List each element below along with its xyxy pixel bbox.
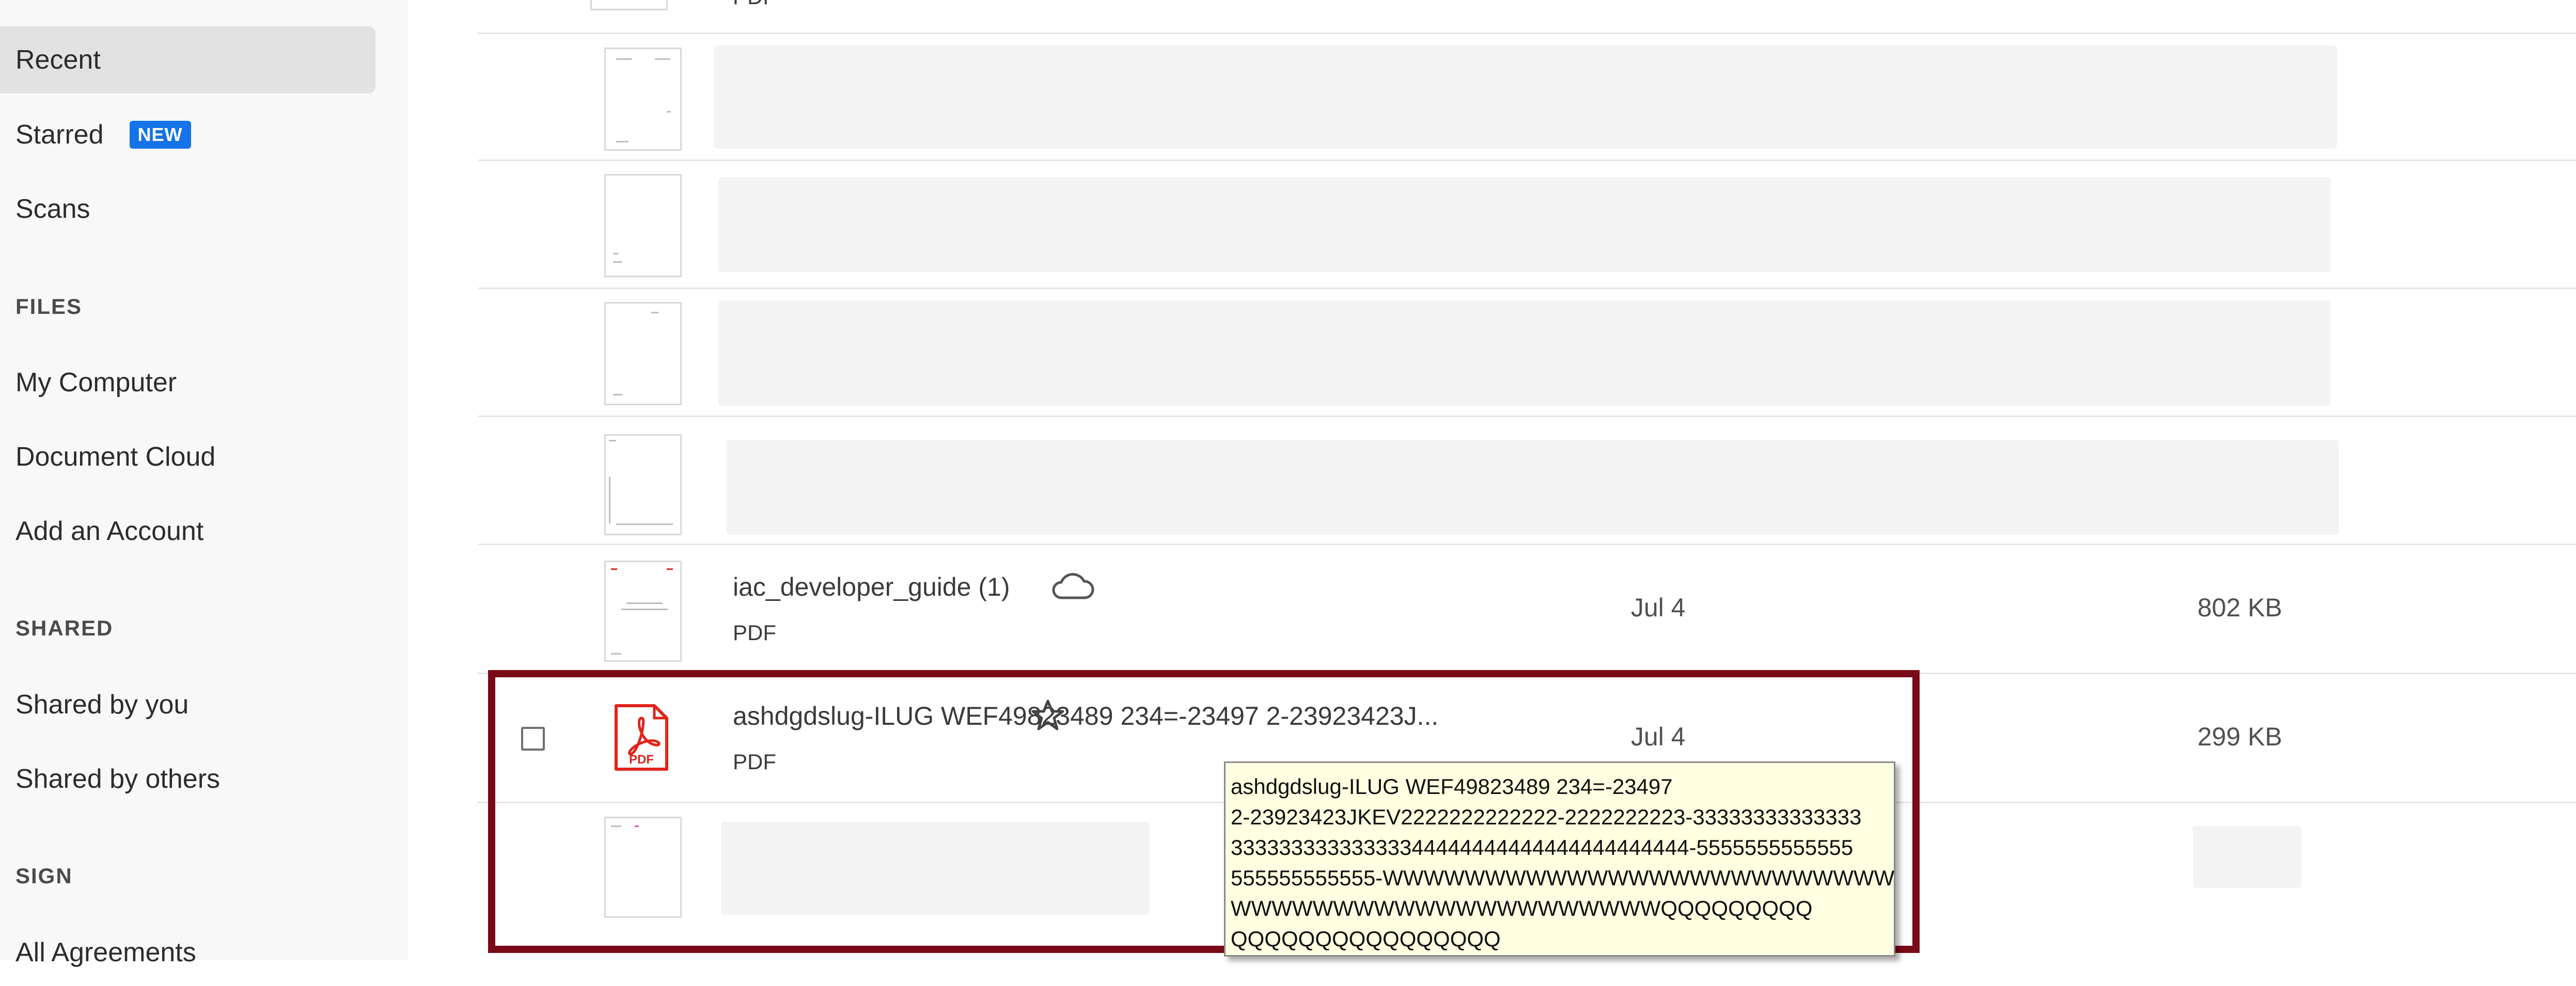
file-row-loading[interactable]	[478, 34, 2576, 161]
loading-placeholder	[714, 45, 2337, 149]
file-thumbnail	[590, 0, 668, 10]
section-header-files: FILES	[15, 294, 83, 319]
tooltip-line: 33333333333333344444444444444444444444-5…	[1231, 835, 1854, 860]
sidebar: Recent Starred NEW Scans FILES My Comput…	[0, 0, 408, 967]
nav-item-label: All Agreements	[15, 937, 196, 967]
file-thumbnail	[604, 174, 682, 277]
file-thumbnail	[604, 47, 682, 151]
new-badge: NEW	[129, 121, 191, 149]
nav-item-label: Add an Account	[15, 516, 204, 546]
filename-tooltip: ashdgdslug-ILUG WEF49823489 234=-23497 2…	[1224, 761, 1895, 957]
nav-item-label: Recent	[15, 45, 101, 75]
nav-item-label: Shared by you	[15, 690, 189, 720]
nav-item-label: My Computer	[15, 368, 177, 397]
file-size: 299 KB	[2197, 722, 2283, 751]
nav-item-my-computer[interactable]: My Computer	[0, 349, 375, 416]
tooltip-line: ashdgdslug-ILUG WEF49823489 234=-23497	[1231, 774, 1673, 799]
tooltip-line: WWWWWWWWWWWWWWWWWWWWWQQQQQQQQQ	[1231, 896, 1813, 920]
cloud-icon	[1052, 573, 1094, 599]
file-row[interactable]: PDF	[478, 0, 2576, 34]
file-type: PDF	[733, 621, 776, 645]
nav-item-label: Scans	[15, 194, 90, 224]
file-row-loading[interactable]	[478, 417, 2576, 545]
nav-item-label: Starred	[15, 120, 104, 150]
file-size: 802 KB	[2197, 593, 2283, 622]
file-thumbnail	[604, 434, 682, 535]
nav-item-all-agreements[interactable]: All Agreements	[0, 919, 375, 986]
file-type: PDF	[733, 0, 776, 9]
tooltip-line: 2-23923423JKEV2222222222222-2222222223-3…	[1231, 805, 1862, 829]
nav-item-scans[interactable]: Scans	[0, 176, 375, 243]
file-row-loading[interactable]	[478, 289, 2576, 417]
nav-item-label: Document Cloud	[15, 442, 216, 472]
nav-item-shared-by-you[interactable]: Shared by you	[0, 671, 375, 738]
nav-item-document-cloud[interactable]: Document Cloud	[0, 423, 375, 490]
loading-placeholder	[718, 300, 2331, 406]
file-thumbnail	[604, 302, 682, 405]
file-row-loading[interactable]	[478, 161, 2576, 289]
file-name[interactable]: iac_developer_guide (1)	[733, 572, 1010, 602]
nav-item-add-account[interactable]: Add an Account	[0, 498, 375, 565]
nav-item-starred[interactable]: Starred NEW	[0, 101, 375, 168]
loading-placeholder	[727, 440, 2339, 535]
file-row[interactable]: iac_developer_guide (1) PDF Jul 4 802 KB	[478, 545, 2576, 674]
section-header-sign: SIGN	[15, 864, 73, 888]
loading-placeholder	[718, 177, 2331, 272]
section-header-shared: SHARED	[15, 616, 114, 640]
nav-item-shared-by-others[interactable]: Shared by others	[0, 745, 375, 813]
nav-item-recent[interactable]: Recent	[0, 26, 375, 93]
file-date: Jul 4	[1631, 593, 1686, 622]
file-thumbnail	[604, 561, 682, 662]
nav-item-label: Shared by others	[15, 764, 221, 794]
loading-placeholder	[2193, 826, 2301, 888]
tooltip-line: 555555555555-WWWWWWWWWWWWWWWWWWWWWWWWW	[1231, 866, 1895, 890]
tooltip-line: QQQQQQQQQQQQQQQQ	[1231, 927, 1501, 951]
